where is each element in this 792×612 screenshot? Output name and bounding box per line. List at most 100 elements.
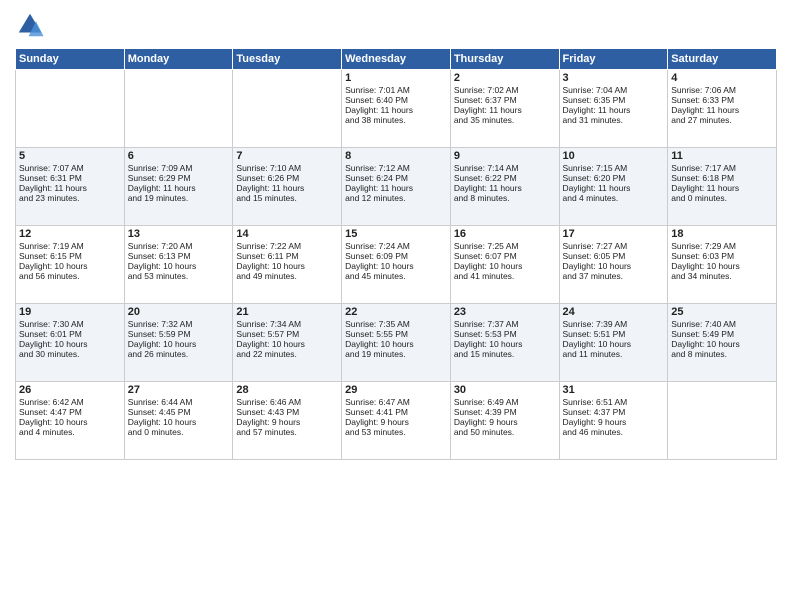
day-info: Daylight: 11 hours	[345, 105, 447, 115]
day-info: and 41 minutes.	[454, 271, 556, 281]
calendar-cell	[124, 70, 233, 148]
day-info: Sunrise: 7:04 AM	[563, 85, 665, 95]
day-info: and 15 minutes.	[454, 349, 556, 359]
day-number: 2	[454, 72, 556, 84]
day-info: and 0 minutes.	[128, 427, 230, 437]
day-info: Sunset: 6:31 PM	[19, 173, 121, 183]
day-number: 22	[345, 306, 447, 318]
calendar-week-5: 26Sunrise: 6:42 AMSunset: 4:47 PMDayligh…	[16, 382, 777, 460]
day-info: Sunrise: 6:49 AM	[454, 397, 556, 407]
day-info: Sunset: 6:35 PM	[563, 95, 665, 105]
day-number: 17	[563, 228, 665, 240]
day-info: and 53 minutes.	[128, 271, 230, 281]
page-container: SundayMondayTuesdayWednesdayThursdayFrid…	[0, 0, 792, 470]
day-info: Daylight: 9 hours	[454, 417, 556, 427]
day-info: and 22 minutes.	[236, 349, 338, 359]
day-info: Sunset: 6:03 PM	[671, 251, 773, 261]
day-info: Sunrise: 6:46 AM	[236, 397, 338, 407]
day-number: 30	[454, 384, 556, 396]
day-info: Sunrise: 7:17 AM	[671, 163, 773, 173]
day-number: 1	[345, 72, 447, 84]
day-info: Daylight: 9 hours	[236, 417, 338, 427]
day-info: Sunrise: 7:25 AM	[454, 241, 556, 251]
calendar-body: 1Sunrise: 7:01 AMSunset: 6:40 PMDaylight…	[16, 70, 777, 460]
day-info: Sunset: 6:26 PM	[236, 173, 338, 183]
day-info: Sunset: 6:11 PM	[236, 251, 338, 261]
day-info: Sunrise: 7:10 AM	[236, 163, 338, 173]
day-info: Sunset: 6:22 PM	[454, 173, 556, 183]
calendar-cell: 11Sunrise: 7:17 AMSunset: 6:18 PMDayligh…	[668, 148, 777, 226]
logo	[15, 10, 49, 40]
day-info: Sunrise: 7:32 AM	[128, 319, 230, 329]
day-info: Daylight: 10 hours	[128, 339, 230, 349]
day-info: Sunset: 6:33 PM	[671, 95, 773, 105]
day-info: Daylight: 11 hours	[563, 183, 665, 193]
calendar-cell: 8Sunrise: 7:12 AMSunset: 6:24 PMDaylight…	[342, 148, 451, 226]
calendar-cell: 10Sunrise: 7:15 AMSunset: 6:20 PMDayligh…	[559, 148, 668, 226]
day-info: Daylight: 10 hours	[345, 339, 447, 349]
day-info: Sunrise: 6:42 AM	[19, 397, 121, 407]
day-info: and 56 minutes.	[19, 271, 121, 281]
calendar-cell: 12Sunrise: 7:19 AMSunset: 6:15 PMDayligh…	[16, 226, 125, 304]
day-number: 9	[454, 150, 556, 162]
day-info: Daylight: 10 hours	[128, 261, 230, 271]
calendar-cell: 22Sunrise: 7:35 AMSunset: 5:55 PMDayligh…	[342, 304, 451, 382]
day-info: Sunrise: 7:39 AM	[563, 319, 665, 329]
day-info: Daylight: 11 hours	[19, 183, 121, 193]
day-info: Daylight: 11 hours	[345, 183, 447, 193]
calendar-cell: 30Sunrise: 6:49 AMSunset: 4:39 PMDayligh…	[450, 382, 559, 460]
day-info: Sunset: 6:20 PM	[563, 173, 665, 183]
day-info: Sunset: 6:05 PM	[563, 251, 665, 261]
day-info: and 26 minutes.	[128, 349, 230, 359]
day-info: and 8 minutes.	[671, 349, 773, 359]
day-number: 15	[345, 228, 447, 240]
day-info: Sunset: 5:49 PM	[671, 329, 773, 339]
calendar-cell: 5Sunrise: 7:07 AMSunset: 6:31 PMDaylight…	[16, 148, 125, 226]
day-info: and 4 minutes.	[563, 193, 665, 203]
day-header-friday: Friday	[559, 49, 668, 70]
day-number: 10	[563, 150, 665, 162]
day-number: 3	[563, 72, 665, 84]
day-number: 24	[563, 306, 665, 318]
day-info: Daylight: 10 hours	[345, 261, 447, 271]
day-info: and 8 minutes.	[454, 193, 556, 203]
calendar-cell: 21Sunrise: 7:34 AMSunset: 5:57 PMDayligh…	[233, 304, 342, 382]
calendar-cell: 19Sunrise: 7:30 AMSunset: 6:01 PMDayligh…	[16, 304, 125, 382]
day-info: and 15 minutes.	[236, 193, 338, 203]
day-info: Daylight: 11 hours	[563, 105, 665, 115]
day-info: Sunset: 6:15 PM	[19, 251, 121, 261]
day-info: Sunrise: 7:40 AM	[671, 319, 773, 329]
day-info: Sunset: 5:59 PM	[128, 329, 230, 339]
day-info: Sunset: 6:24 PM	[345, 173, 447, 183]
day-header-wednesday: Wednesday	[342, 49, 451, 70]
calendar-header-row: SundayMondayTuesdayWednesdayThursdayFrid…	[16, 49, 777, 70]
day-info: Sunset: 4:41 PM	[345, 407, 447, 417]
day-info: Daylight: 10 hours	[563, 339, 665, 349]
day-info: and 45 minutes.	[345, 271, 447, 281]
day-number: 26	[19, 384, 121, 396]
day-number: 12	[19, 228, 121, 240]
day-info: Sunrise: 7:06 AM	[671, 85, 773, 95]
day-info: Daylight: 10 hours	[128, 417, 230, 427]
page-header	[15, 10, 777, 40]
day-number: 11	[671, 150, 773, 162]
day-info: Daylight: 10 hours	[19, 339, 121, 349]
calendar-cell: 3Sunrise: 7:04 AMSunset: 6:35 PMDaylight…	[559, 70, 668, 148]
day-info: Sunrise: 7:19 AM	[19, 241, 121, 251]
calendar-cell	[668, 382, 777, 460]
day-info: Sunset: 5:51 PM	[563, 329, 665, 339]
day-info: Sunset: 6:37 PM	[454, 95, 556, 105]
day-info: Sunrise: 7:07 AM	[19, 163, 121, 173]
day-info: Sunrise: 7:14 AM	[454, 163, 556, 173]
day-info: Daylight: 11 hours	[128, 183, 230, 193]
logo-icon	[15, 10, 45, 40]
day-info: and 57 minutes.	[236, 427, 338, 437]
day-info: Sunrise: 7:24 AM	[345, 241, 447, 251]
calendar-cell: 16Sunrise: 7:25 AMSunset: 6:07 PMDayligh…	[450, 226, 559, 304]
day-number: 13	[128, 228, 230, 240]
calendar-cell: 27Sunrise: 6:44 AMSunset: 4:45 PMDayligh…	[124, 382, 233, 460]
day-info: Sunrise: 7:09 AM	[128, 163, 230, 173]
calendar-cell: 1Sunrise: 7:01 AMSunset: 6:40 PMDaylight…	[342, 70, 451, 148]
day-info: Sunset: 6:01 PM	[19, 329, 121, 339]
day-number: 31	[563, 384, 665, 396]
